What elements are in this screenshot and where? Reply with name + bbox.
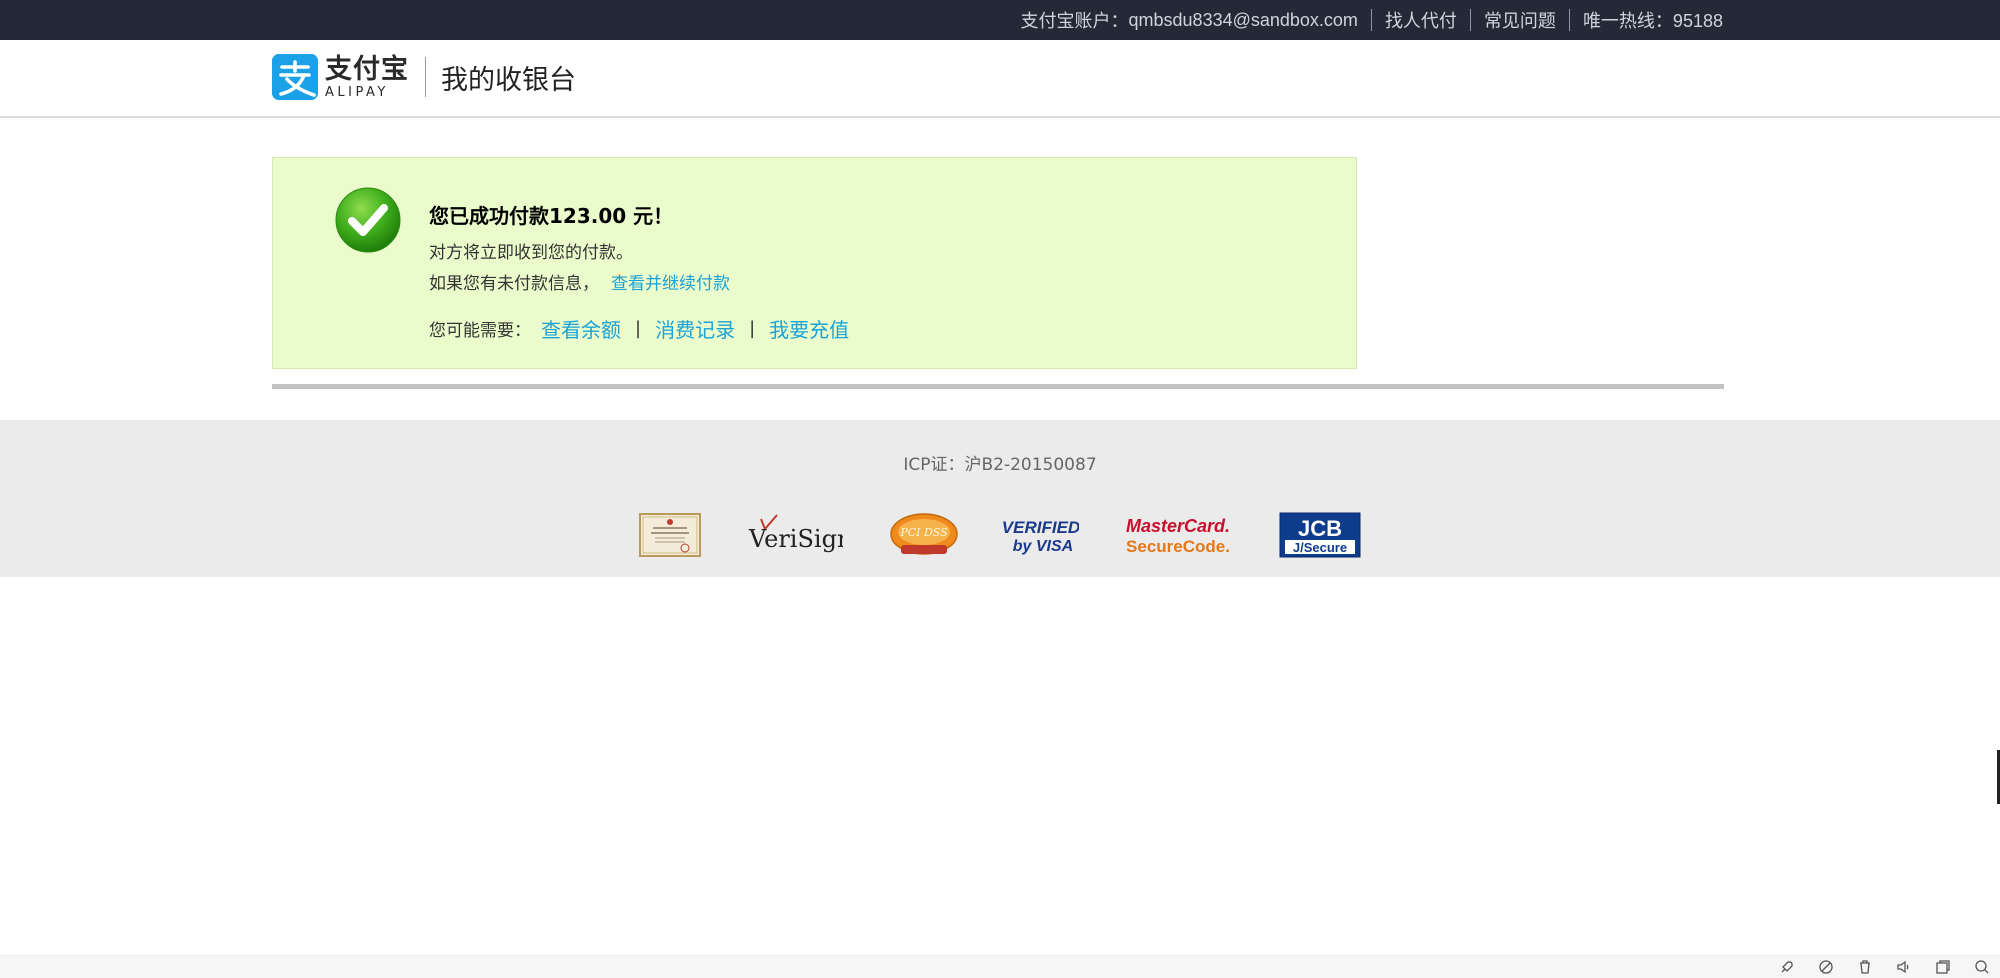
- status-icons: [1758, 958, 1992, 976]
- success-line-1: 对方将立即收到您的付款。: [429, 243, 633, 263]
- divider: [1370, 9, 1372, 31]
- footer: ICP证：沪B2-20150087 VeriSign PCI DSS VERIF…: [0, 420, 2000, 577]
- logo-cn: 支付宝: [325, 53, 409, 85]
- page-title: 我的收银台: [441, 64, 576, 96]
- browser-status-bar: [0, 955, 2000, 978]
- pci-text: PCI DSS: [899, 526, 948, 539]
- rocket-icon[interactable]: [1777, 958, 1797, 976]
- alipay-logo-text: 支付宝 ALIPAY: [325, 56, 409, 99]
- top-bar-links: 支付宝账户： qmbsdu8334@sandbox.com 找人代付 常见问题 …: [1021, 0, 1723, 40]
- find-payer-link[interactable]: 找人代付: [1385, 7, 1457, 33]
- suggested-actions: 您可能需要： 查看余额 | 消费记录 | 我要充值: [429, 314, 849, 343]
- success-title: 您已成功付款123.00 元！: [429, 204, 674, 228]
- alipay-logo[interactable]: 支付宝 ALIPAY 我的收银台: [272, 54, 576, 100]
- block-icon[interactable]: [1816, 958, 1836, 976]
- logo-divider: [425, 57, 426, 97]
- jcb-jsecure-badge[interactable]: JCB J/Secure: [1279, 512, 1361, 558]
- view-balance-link[interactable]: 查看余额: [541, 314, 621, 343]
- success-line-2: 如果您有未付款信息， 查看并继续付款: [429, 269, 849, 294]
- header: 支付宝 ALIPAY 我的收银台: [0, 40, 2000, 118]
- divider: [1568, 9, 1570, 31]
- security-badges: VeriSign PCI DSS VERIFIED by VISA Master…: [639, 512, 1361, 558]
- verisign-text: VeriSign: [748, 525, 843, 553]
- payment-success-panel: 您已成功付款123.00 元！ 对方将立即收到您的付款。 如果您有未付款信息， 查…: [272, 157, 1357, 369]
- hotline: 唯一热线：95188: [1582, 11, 1723, 31]
- mc-line-1: MasterCard.: [1126, 516, 1230, 536]
- speaker-icon[interactable]: [1894, 958, 1914, 976]
- window-icon[interactable]: [1933, 958, 1953, 976]
- top-up-link[interactable]: 我要充值: [769, 314, 849, 343]
- jcb-line-1: JCB: [1298, 516, 1342, 541]
- transaction-history-link[interactable]: 消费记录: [655, 314, 735, 343]
- verified-by-visa-badge[interactable]: VERIFIED by VISA: [1003, 512, 1079, 558]
- pci-dss-badge[interactable]: PCI DSS: [889, 512, 959, 558]
- visa-line-1: VERIFIED: [1003, 518, 1079, 537]
- mc-line-2: SecureCode.: [1126, 537, 1230, 556]
- alipay-logo-icon: [272, 54, 318, 100]
- success-message: 您已成功付款123.00 元！ 对方将立即收到您的付款。 如果您有未付款信息， 查…: [429, 200, 849, 343]
- content-divider: [272, 384, 1724, 389]
- view-and-continue-link[interactable]: 查看并继续付款: [611, 274, 730, 294]
- trash-icon[interactable]: [1855, 958, 1875, 976]
- icp-license: ICP证：沪B2-20150087: [903, 455, 1097, 475]
- jcb-line-2: J/Secure: [1293, 540, 1347, 555]
- action-separator: |: [749, 318, 756, 339]
- mastercard-securecode-badge[interactable]: MasterCard. SecureCode.: [1123, 512, 1233, 558]
- action-separator: |: [635, 318, 642, 339]
- faq-link[interactable]: 常见问题: [1484, 7, 1556, 33]
- account-label: 支付宝账户：: [1020, 11, 1129, 31]
- visa-line-2: by VISA: [1013, 538, 1073, 555]
- account-email: qmbsdu8334@sandbox.com: [1128, 9, 1358, 30]
- license-certificate-badge[interactable]: [639, 512, 701, 558]
- success-check-icon: [335, 187, 401, 253]
- divider: [1469, 9, 1471, 31]
- actions-label: 您可能需要：: [429, 321, 531, 341]
- unpaid-info-text: 如果您有未付款信息，: [429, 274, 599, 294]
- logo-en: ALIPAY: [325, 84, 389, 100]
- search-icon[interactable]: [1972, 958, 1992, 976]
- verisign-badge[interactable]: VeriSign: [747, 512, 843, 558]
- top-bar: 支付宝账户： qmbsdu8334@sandbox.com 找人代付 常见问题 …: [0, 0, 2000, 40]
